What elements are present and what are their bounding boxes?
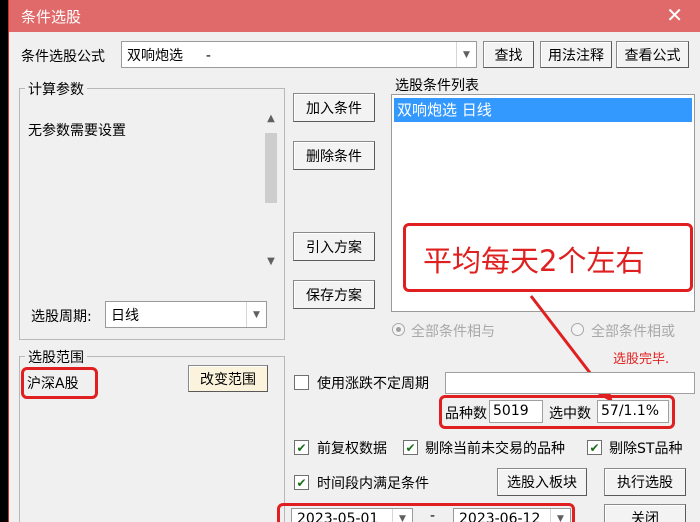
date-separator: - (430, 508, 436, 522)
chevron-down-icon[interactable]: ▼ (550, 509, 570, 522)
end-date-value: 2023-06-12 (459, 511, 541, 522)
scope-value: 沪深A股 (27, 376, 79, 392)
pre-adjust-checkbox[interactable]: ✔ (294, 440, 309, 455)
exclude-st-checkbox[interactable]: ✔ (587, 440, 602, 455)
all-or-label: 全部条件相或 (591, 324, 675, 340)
close-button[interactable]: 关闭 (604, 504, 686, 522)
scope-title: 选股范围 (25, 347, 87, 367)
chevron-down-icon[interactable]: ▼ (392, 509, 412, 522)
varieties-label: 品种数 (445, 406, 487, 422)
limit-period-input[interactable] (445, 372, 695, 394)
exclude-st-label: 剔除ST品种 (609, 441, 683, 457)
exclude-no-trade-checkbox[interactable]: ✔ (403, 440, 418, 455)
execute-button[interactable]: 执行选股 (604, 468, 686, 496)
start-date-picker[interactable]: 2023-05-01 ▼ (291, 508, 413, 522)
end-date-picker[interactable]: 2023-06-12 ▼ (453, 508, 571, 522)
exclude-no-trade-label: 剔除当前未交易的品种 (425, 441, 565, 457)
add-to-block-button[interactable]: 选股入板块 (497, 468, 587, 496)
selected-label: 选中数 (549, 406, 591, 422)
pre-adjust-label: 前复权数据 (317, 441, 387, 457)
all-and-label: 全部条件相与 (411, 324, 495, 340)
limit-period-label: 使用涨跌不定周期 (317, 376, 429, 392)
all-or-radio[interactable] (571, 323, 584, 336)
selected-value: 57/1.1% (597, 400, 669, 423)
change-scope-button[interactable]: 改变范围 (188, 365, 268, 392)
status-text: 选股完毕. (613, 352, 670, 367)
all-and-radio[interactable] (392, 323, 405, 336)
limit-period-checkbox[interactable] (294, 375, 309, 390)
start-date-value: 2023-05-01 (297, 511, 379, 522)
time-range-checkbox[interactable]: ✔ (294, 475, 309, 490)
condition-stock-picker-window: 条件选股 ✕ 条件选股公式 双响炮选 - ▼ 查找 用法注释 查看公式 计算参数… (8, 0, 700, 522)
time-range-label: 时间段内满足条件 (317, 476, 429, 492)
varieties-value: 5019 (489, 400, 543, 423)
